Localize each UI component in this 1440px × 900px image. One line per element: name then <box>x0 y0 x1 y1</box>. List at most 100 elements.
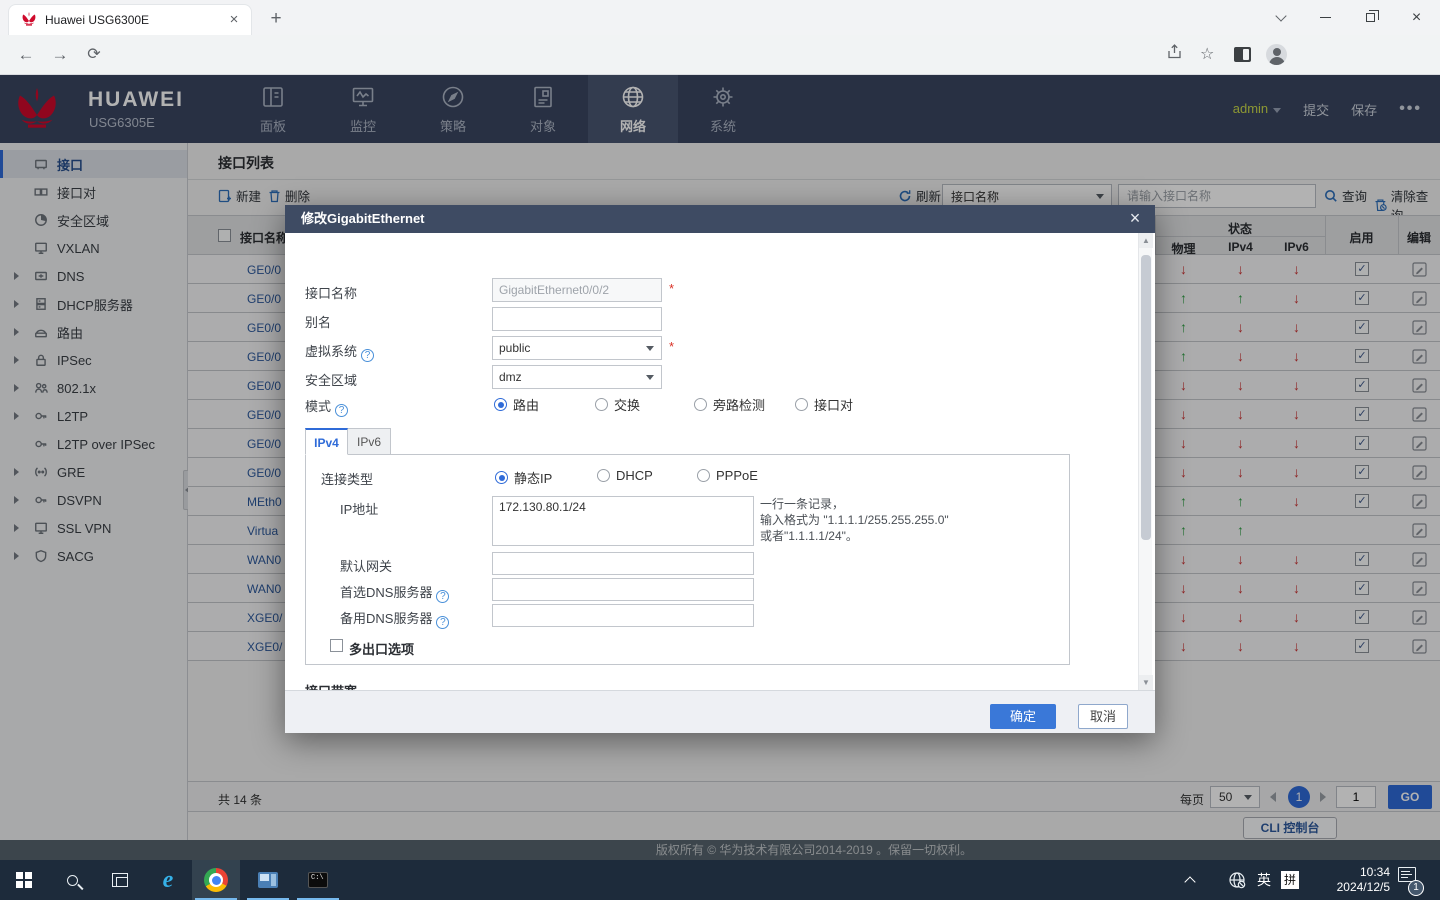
globe-icon <box>1228 871 1246 889</box>
bookmark-star-icon[interactable]: ☆ <box>1200 44 1214 64</box>
tab-ipv4[interactable]: IPv4 <box>305 428 348 455</box>
ime-language-indicator[interactable]: 英 <box>1257 860 1271 900</box>
cmd-taskbar-button[interactable]: C:\ <box>294 860 342 900</box>
dns2-label: 备用DNS服务器? <box>340 608 449 629</box>
dialog-scrollbar[interactable]: ▲ ▼ <box>1138 233 1152 690</box>
bandwidth-section-label: 接口带宽 <box>305 681 357 690</box>
ip-address-textarea[interactable]: 172.130.80.1/24 <box>492 496 754 546</box>
radio-icon <box>495 471 508 484</box>
chrome-taskbar-button[interactable] <box>192 860 240 900</box>
pinyin-icon: 拼 <box>1281 871 1299 889</box>
radio-icon <box>597 469 610 482</box>
conn-type-label: 连接类型 <box>321 469 373 488</box>
screen: Huawei USG6300E × + × ← → ⟳ × 不安全 https … <box>0 0 1440 900</box>
notification-center-button[interactable]: 1 <box>1398 860 1416 900</box>
notification-badge: 1 <box>1408 880 1424 896</box>
help-icon[interactable]: ? <box>436 590 449 603</box>
mode-radio-pair[interactable]: 接口对 <box>795 395 853 414</box>
app-taskbar-button[interactable] <box>244 860 292 900</box>
clock[interactable]: 10:34 2024/12/5 <box>1312 860 1390 900</box>
chevron-down-icon <box>646 346 654 351</box>
dialog-body: 接口名称 * 别名 虚拟系统? public * 安全区域 dmz 模式? 路由… <box>285 233 1155 690</box>
ip-format-hint: 一行一条记录， 输入格式为 "1.1.1.1/255.255.255.0" 或者… <box>760 496 949 544</box>
window-minimize-button[interactable] <box>1303 0 1348 35</box>
conn-radio-pppoe[interactable]: PPPoE <box>697 468 758 483</box>
back-button[interactable]: ← <box>14 43 38 67</box>
dns1-label: 首选DNS服务器? <box>340 582 449 603</box>
tab-ipv6[interactable]: IPv6 <box>348 428 391 455</box>
help-icon[interactable]: ? <box>335 404 348 417</box>
browser-toolbar: ← → ⟳ × 不安全 https ://192.168.0.1:8443/de… <box>0 35 1440 75</box>
tray-time: 10:34 <box>1312 865 1390 880</box>
ime-mode-indicator[interactable]: 拼 <box>1281 860 1299 900</box>
reload-button[interactable]: ⟳ <box>82 43 106 67</box>
vsys-select[interactable]: public <box>492 336 662 360</box>
dialog-close-icon[interactable]: × <box>1125 209 1145 229</box>
zone-label: 安全区域 <box>305 370 357 389</box>
internet-explorer-icon: e <box>163 867 174 894</box>
multi-exit-label: 多出口选项 <box>349 639 414 658</box>
chevron-down-icon <box>646 375 654 380</box>
forward-button[interactable]: → <box>48 43 72 67</box>
help-icon[interactable]: ? <box>361 349 374 362</box>
task-view-button[interactable] <box>96 860 144 900</box>
interface-name-input <box>492 278 662 302</box>
radio-icon <box>795 398 808 411</box>
required-marker: * <box>669 281 674 296</box>
vsys-label: 虚拟系统? <box>305 341 374 362</box>
dialog-footer: 确定 取消 <box>285 690 1155 733</box>
mode-radio-bypass[interactable]: 旁路检测 <box>694 395 765 414</box>
window-close-button[interactable]: × <box>1394 0 1439 35</box>
start-button[interactable] <box>0 860 48 900</box>
mode-radio-switch[interactable]: 交换 <box>595 395 640 414</box>
side-panel-icon[interactable] <box>1234 47 1251 62</box>
tray-expand-button[interactable] <box>1186 860 1194 900</box>
share-icon[interactable] <box>1162 43 1186 67</box>
ie-taskbar-button[interactable]: e <box>144 860 192 900</box>
taskbar-search-button[interactable] <box>48 860 96 900</box>
task-view-icon <box>112 873 128 887</box>
cancel-button[interactable]: 取消 <box>1078 704 1128 729</box>
browser-tab[interactable]: Huawei USG6300E × <box>8 4 252 35</box>
network-tray-icon[interactable] <box>1228 860 1246 900</box>
tab-close-icon[interactable]: × <box>225 11 243 29</box>
scroll-up-icon[interactable]: ▲ <box>1139 233 1153 248</box>
conn-radio-static[interactable]: 静态IP <box>495 468 552 487</box>
profile-avatar[interactable] <box>1266 44 1287 65</box>
scrollbar-thumb[interactable] <box>1141 255 1151 540</box>
dns1-input[interactable] <box>492 578 754 601</box>
ip-label: IP地址 <box>340 499 378 518</box>
dns2-input[interactable] <box>492 604 754 627</box>
gateway-input[interactable] <box>492 552 754 575</box>
gateway-label: 默认网关 <box>340 556 392 575</box>
zone-select[interactable]: dmz <box>492 365 662 389</box>
radio-icon <box>595 398 608 411</box>
windows-logo-icon <box>16 872 32 888</box>
mode-radio-route[interactable]: 路由 <box>494 395 539 414</box>
help-icon[interactable]: ? <box>436 616 449 629</box>
conn-radio-dhcp[interactable]: DHCP <box>597 468 653 483</box>
command-prompt-icon: C:\ <box>308 872 328 888</box>
windows-taskbar: e C:\ 英 拼 10:34 2024/12/5 1 <box>0 860 1440 900</box>
tray-date: 2024/12/5 <box>1312 880 1390 895</box>
tab-title: Huawei USG6300E <box>45 13 225 27</box>
browser-titlebar: Huawei USG6300E × + × <box>0 0 1440 35</box>
dialog-title: 修改GigabitEthernet <box>285 205 1155 233</box>
chrome-icon <box>204 868 228 892</box>
multi-exit-checkbox[interactable] <box>330 639 343 652</box>
radio-icon <box>694 398 707 411</box>
tab-search-icon[interactable] <box>1258 0 1303 35</box>
chevron-up-icon <box>1184 876 1195 887</box>
scroll-down-icon[interactable]: ▼ <box>1139 675 1153 690</box>
mode-label: 模式? <box>305 396 348 417</box>
alias-label: 别名 <box>305 312 331 331</box>
app-window-icon <box>258 872 278 888</box>
ok-button[interactable]: 确定 <box>990 704 1056 729</box>
new-tab-button[interactable]: + <box>264 7 288 31</box>
radio-icon <box>697 469 710 482</box>
window-restore-button[interactable] <box>1348 0 1393 35</box>
modify-interface-dialog: 修改GigabitEthernet × 接口名称 * 别名 虚拟系统? publ… <box>285 205 1155 733</box>
required-marker: * <box>669 339 674 354</box>
radio-icon <box>494 398 507 411</box>
alias-input[interactable] <box>492 307 662 331</box>
